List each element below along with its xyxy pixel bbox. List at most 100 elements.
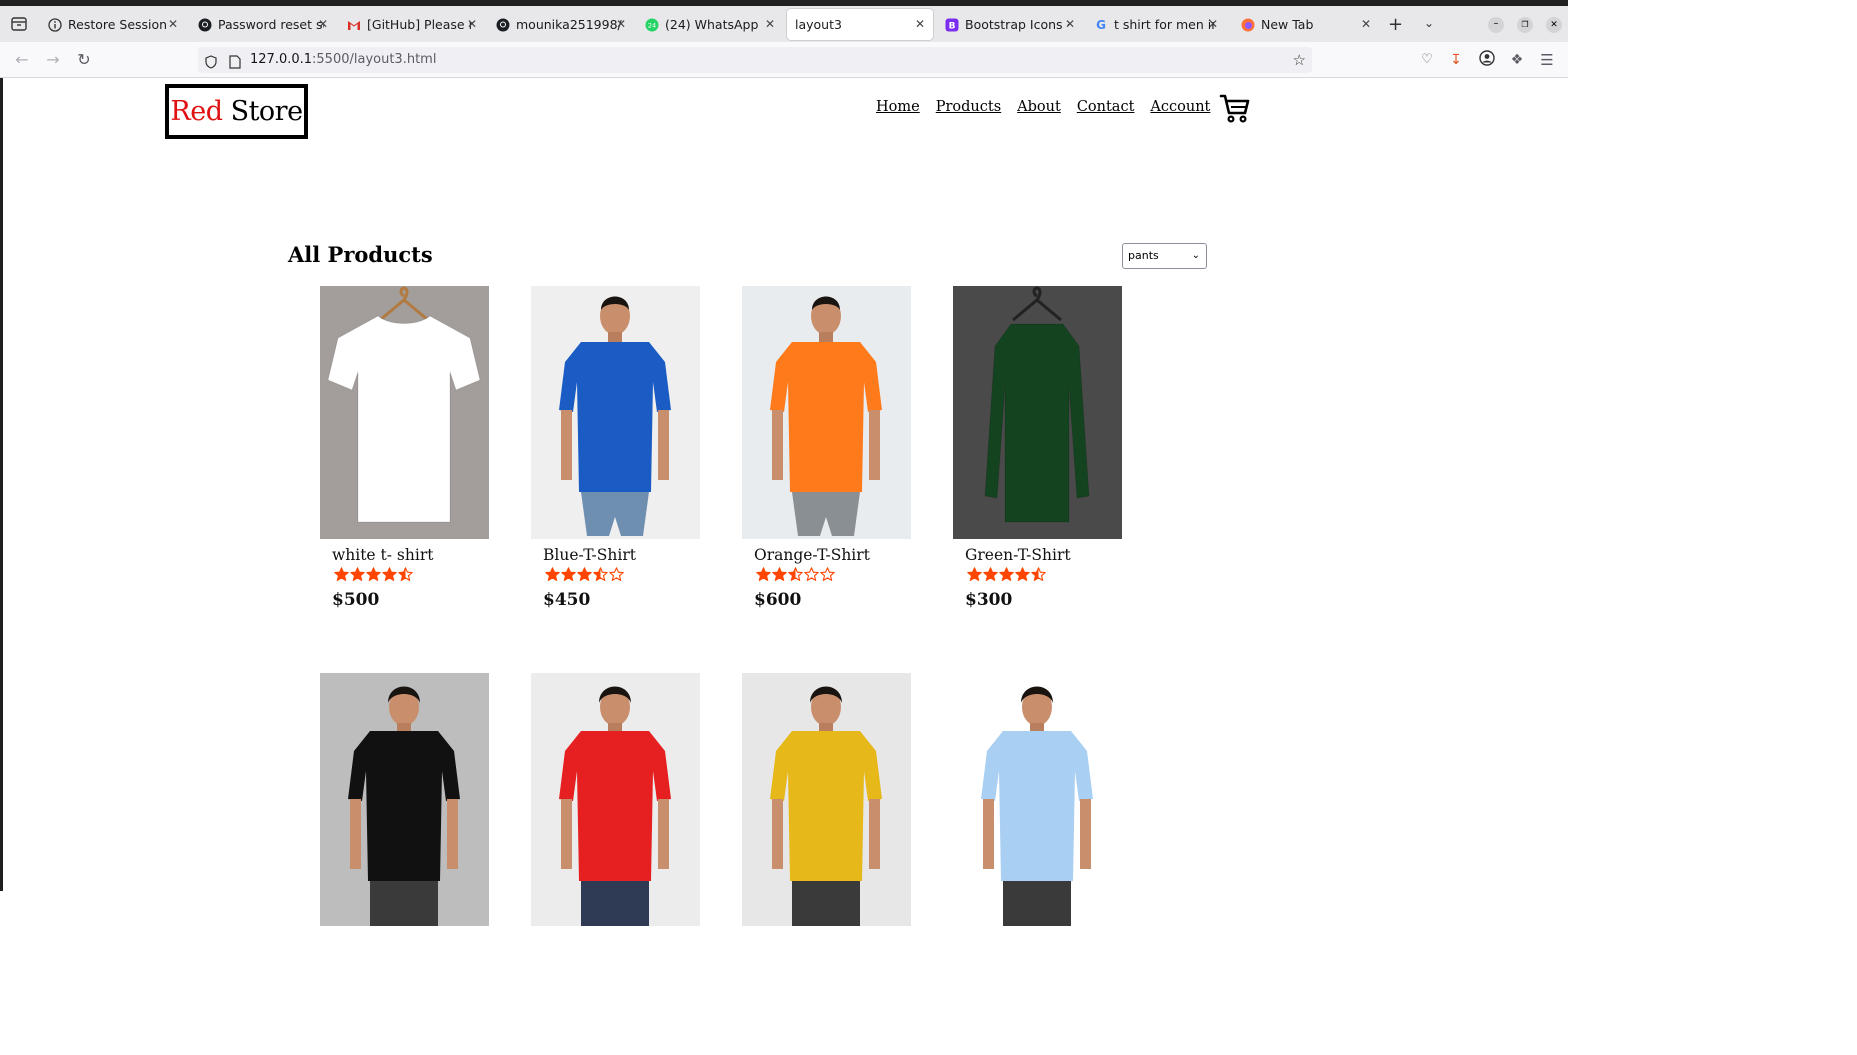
- star-full-icon: [577, 567, 592, 581]
- star-full-icon: [561, 567, 576, 581]
- star-empty-icon: [804, 567, 819, 581]
- page-title: All Products: [288, 242, 433, 267]
- bookmark-star-icon[interactable]: ☆: [1293, 47, 1306, 73]
- tab-3[interactable]: [GitHub] Please re ✕: [339, 9, 485, 40]
- close-tab-icon[interactable]: ✕: [1359, 17, 1373, 31]
- star-full-icon: [983, 567, 998, 581]
- tab-overflow-chevron-icon[interactable]: ⌄: [1424, 16, 1434, 30]
- product-card[interactable]: Green-T-Shirt $300: [953, 286, 1122, 610]
- product-image[interactable]: [742, 673, 911, 926]
- product-image[interactable]: [531, 286, 700, 539]
- svg-text:G: G: [1096, 18, 1106, 32]
- close-tab-icon[interactable]: ✕: [465, 17, 479, 31]
- url-path: :5500/layout3.html: [312, 52, 437, 67]
- star-half-icon: [398, 567, 413, 581]
- product-name[interactable]: white t- shirt: [332, 546, 433, 564]
- product-card[interactable]: white t- shirt $500: [320, 286, 489, 610]
- nav-account[interactable]: Account: [1150, 99, 1210, 115]
- url-bar[interactable]: 127.0.0.1:5500/layout3.html ☆: [198, 47, 1312, 73]
- star-full-icon: [772, 567, 787, 581]
- tab-1[interactable]: Restore Session ✕: [40, 9, 186, 40]
- close-tab-icon[interactable]: ✕: [316, 17, 330, 31]
- product-name[interactable]: Green-T-Shirt: [965, 546, 1071, 564]
- logo-red-text: Red: [170, 96, 223, 127]
- product-card[interactable]: [320, 673, 489, 926]
- main-menu: Home Products About Contact Account: [876, 99, 1210, 115]
- star-full-icon: [756, 567, 771, 581]
- cart-icon[interactable]: [1219, 92, 1251, 124]
- product-name[interactable]: Blue-T-Shirt: [543, 546, 636, 564]
- whatsapp-icon: 24: [645, 18, 659, 32]
- tab-title: t shirt for men im: [1114, 17, 1214, 32]
- sort-select[interactable]: pants ⌄: [1122, 243, 1207, 269]
- close-tab-icon[interactable]: ✕: [1206, 17, 1220, 31]
- tab-9[interactable]: New Tab ✕: [1233, 9, 1379, 40]
- star-half-icon: [788, 567, 803, 581]
- url-host: 127.0.0.1: [250, 52, 313, 67]
- gmail-icon: [347, 18, 361, 32]
- tab-5[interactable]: 24 (24) WhatsApp ✕: [637, 9, 783, 40]
- star-full-icon: [366, 567, 381, 581]
- menu-icon[interactable]: ☰: [1537, 50, 1557, 70]
- star-full-icon: [545, 567, 560, 581]
- tab-6[interactable]: layout3 ✕: [787, 9, 933, 40]
- product-card[interactable]: Blue-T-Shirt $450: [531, 286, 700, 610]
- bootstrap-icon: B: [945, 18, 959, 32]
- nav-about[interactable]: About: [1017, 99, 1061, 115]
- product-card[interactable]: [953, 673, 1122, 926]
- star-full-icon: [967, 567, 982, 581]
- product-image[interactable]: [953, 673, 1122, 926]
- tab-title: Restore Session: [68, 17, 168, 32]
- product-card[interactable]: [531, 673, 700, 926]
- close-tab-icon[interactable]: ✕: [1063, 17, 1077, 31]
- close-tab-icon[interactable]: ✕: [913, 17, 927, 31]
- star-half-icon: [1031, 567, 1046, 581]
- close-tab-icon[interactable]: ✕: [166, 17, 180, 31]
- product-image[interactable]: [742, 286, 911, 539]
- product-card[interactable]: [742, 673, 911, 926]
- back-button[interactable]: ←: [12, 50, 32, 70]
- close-tab-icon[interactable]: ✕: [763, 17, 777, 31]
- product-rating: [545, 567, 624, 582]
- product-image[interactable]: [320, 286, 489, 539]
- product-image[interactable]: [953, 286, 1122, 539]
- nav-home[interactable]: Home: [876, 99, 920, 115]
- star-full-icon: [382, 567, 397, 581]
- download-icon[interactable]: ↧: [1446, 50, 1466, 70]
- product-image[interactable]: [320, 673, 489, 926]
- github-icon: [198, 18, 212, 32]
- star-full-icon: [999, 567, 1014, 581]
- tab-title: Bootstrap Icons · (: [965, 17, 1071, 32]
- minimize-button[interactable]: –: [1488, 17, 1504, 33]
- tab-4[interactable]: mounika251998/l ✕: [488, 9, 634, 40]
- info-icon: [48, 17, 62, 32]
- tab-7[interactable]: B Bootstrap Icons · (✕: [937, 9, 1083, 40]
- tab-8[interactable]: Gt shirt for men im ✕: [1086, 9, 1226, 40]
- product-name[interactable]: Orange-T-Shirt: [754, 546, 870, 564]
- restore-button[interactable]: ❐: [1517, 17, 1533, 33]
- close-window-button[interactable]: ✕: [1546, 17, 1562, 33]
- window-edge: [0, 78, 3, 891]
- chevron-down-icon: ⌄: [1191, 250, 1200, 261]
- tab-2[interactable]: Password reset se ✕: [190, 9, 336, 40]
- pocket-icon[interactable]: ♡: [1417, 50, 1437, 70]
- svg-text:24: 24: [648, 21, 656, 29]
- forward-button[interactable]: →: [43, 50, 63, 70]
- nav-products[interactable]: Products: [936, 99, 1001, 115]
- star-half-icon: [593, 567, 608, 581]
- reload-button[interactable]: ↻: [74, 50, 94, 70]
- close-tab-icon[interactable]: ✕: [614, 17, 628, 31]
- new-tab-button[interactable]: +: [1388, 14, 1403, 35]
- site-logo[interactable]: Red Store: [165, 84, 308, 139]
- tab-list-icon[interactable]: [10, 15, 28, 33]
- firefox-icon: [1241, 18, 1255, 32]
- shield-icon[interactable]: [204, 53, 218, 79]
- product-image[interactable]: [531, 673, 700, 926]
- account-icon[interactable]: [1477, 50, 1497, 70]
- tab-title: Password reset se: [218, 17, 324, 32]
- extensions-icon[interactable]: ❖: [1507, 50, 1527, 70]
- product-card[interactable]: Orange-T-Shirt $600: [742, 286, 911, 610]
- star-full-icon: [334, 567, 349, 581]
- tab-title: layout3: [795, 17, 842, 32]
- nav-contact[interactable]: Contact: [1077, 99, 1135, 115]
